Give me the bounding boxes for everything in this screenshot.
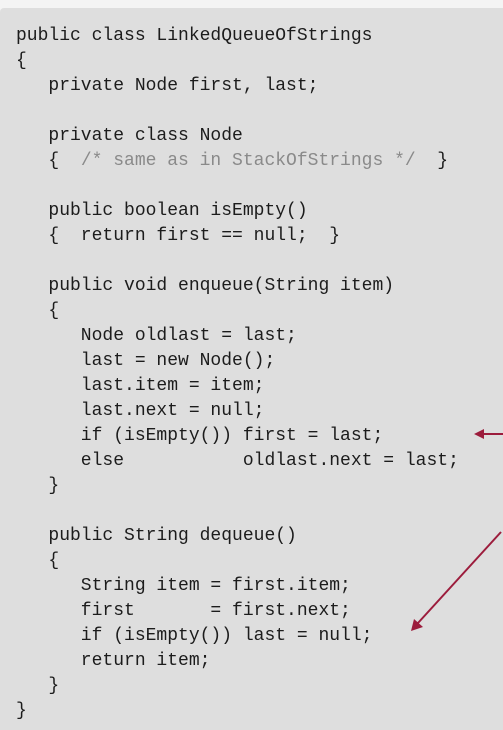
annotation-arrows <box>411 429 503 631</box>
arrow-to-last-equals-null <box>411 531 502 631</box>
arrow-to-first-equals-last <box>474 429 503 439</box>
